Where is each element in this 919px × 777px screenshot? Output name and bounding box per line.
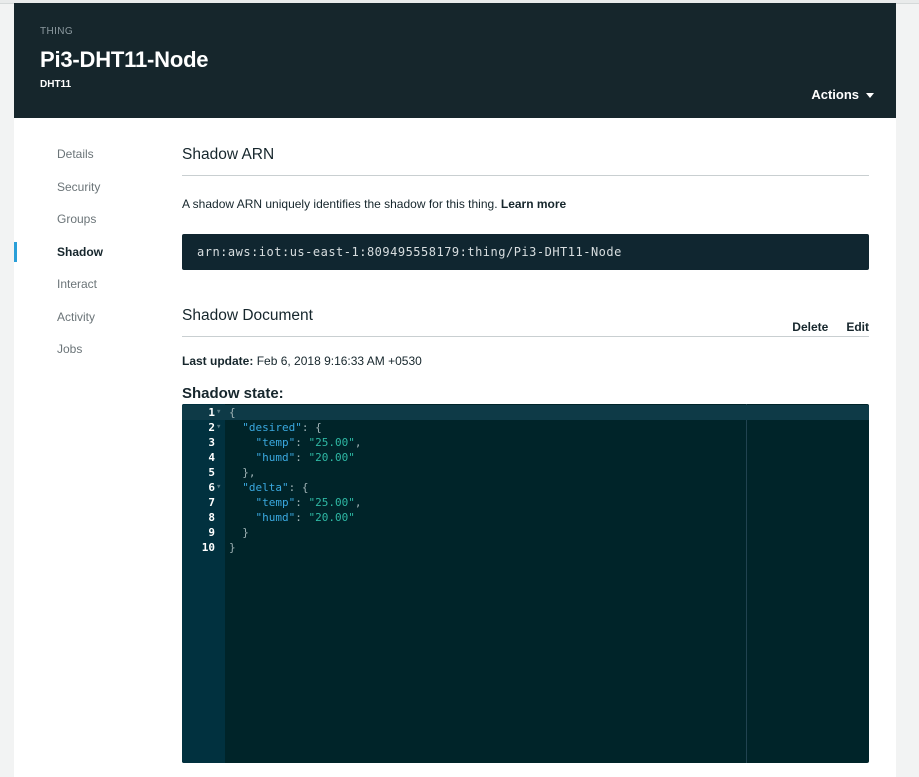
shadow-state-heading: Shadow state: bbox=[182, 385, 284, 402]
sidebar-item-interact[interactable]: Interact bbox=[14, 268, 164, 301]
fold-arrow-icon[interactable]: ▾ bbox=[216, 405, 221, 420]
code-text: } bbox=[229, 541, 236, 554]
editor-line: 9 } bbox=[182, 525, 869, 540]
shadow-document-heading: Shadow Document bbox=[182, 307, 313, 324]
code-text: "temp": "25.00", bbox=[255, 436, 362, 449]
thing-type-label: DHT11 bbox=[40, 79, 72, 90]
page-title: Pi3-DHT11-Node bbox=[40, 47, 209, 72]
shadow-arn-heading: Shadow ARN bbox=[182, 146, 275, 163]
sidebar-item-activity[interactable]: Activity bbox=[14, 301, 164, 334]
editor-line: 7 "temp": "25.00", bbox=[182, 495, 869, 510]
sidebar-item-security[interactable]: Security bbox=[14, 171, 164, 204]
edit-button[interactable]: Edit bbox=[846, 320, 869, 334]
delete-button[interactable]: Delete bbox=[792, 320, 828, 334]
line-number: 6 bbox=[208, 481, 215, 494]
line-number: 1 bbox=[208, 406, 215, 419]
section-divider bbox=[182, 175, 869, 176]
fold-arrow-icon[interactable]: ▾ bbox=[216, 480, 221, 495]
code-text: }, bbox=[229, 466, 256, 479]
arn-description-text: A shadow ARN uniquely identifies the sha… bbox=[182, 197, 498, 211]
line-number: 4 bbox=[208, 451, 215, 464]
code-text: } bbox=[229, 526, 249, 539]
editor-line: 2 ▾ "desired": { bbox=[182, 420, 869, 435]
sidebar-item-details[interactable]: Details bbox=[14, 138, 164, 171]
editor-line: 4 "humd": "20.00" bbox=[182, 450, 869, 465]
line-number: 9 bbox=[208, 526, 215, 539]
fold-arrow-icon[interactable]: ▾ bbox=[216, 420, 221, 435]
section-divider bbox=[182, 336, 869, 337]
resource-type-label: THING bbox=[40, 26, 74, 37]
sidebar-item-jobs[interactable]: Jobs bbox=[14, 333, 164, 366]
sidebar-item-shadow[interactable]: Shadow bbox=[14, 236, 164, 269]
sidebar-item-groups[interactable]: Groups bbox=[14, 203, 164, 236]
editor-line: 3 "temp": "25.00", bbox=[182, 435, 869, 450]
shadow-state-editor[interactable]: 1 ▾ { 2 ▾ "desired": { 3 "temp": "25.00"… bbox=[182, 404, 869, 763]
document-actions: Delete Edit bbox=[792, 320, 869, 334]
arn-value-box: arn:aws:iot:us-east-1:809495558179:thing… bbox=[182, 234, 869, 270]
line-number: 3 bbox=[208, 436, 215, 449]
editor-line: 10 } bbox=[182, 540, 869, 555]
last-update-label: Last update: bbox=[182, 354, 254, 368]
sidebar-nav: Details Security Groups Shadow Interact … bbox=[14, 118, 164, 366]
editor-line: 1 ▾ { bbox=[182, 405, 869, 420]
last-update-value: Feb 6, 2018 9:16:33 AM +0530 bbox=[256, 354, 422, 368]
editor-line: 6 ▾ "delta": { bbox=[182, 480, 869, 495]
code-text: { bbox=[229, 406, 236, 419]
editor-line: 8 "humd": "20.00" bbox=[182, 510, 869, 525]
code-text: "humd": "20.00" bbox=[255, 451, 355, 464]
sidebar: Details Security Groups Shadow Interact … bbox=[14, 118, 164, 366]
thing-header: THING Pi3-DHT11-Node DHT11 Actions bbox=[14, 3, 896, 118]
last-update: Last update: Feb 6, 2018 9:16:33 AM +053… bbox=[182, 354, 422, 368]
line-number: 2 bbox=[208, 421, 215, 434]
arn-description: A shadow ARN uniquely identifies the sha… bbox=[182, 197, 566, 211]
editor-line: 5 }, bbox=[182, 465, 869, 480]
code-text: "humd": "20.00" bbox=[255, 511, 355, 524]
line-number: 10 bbox=[201, 541, 215, 554]
code-text: "delta": { bbox=[242, 481, 309, 494]
thing-detail-page: THING Pi3-DHT11-Node DHT11 Actions Detai… bbox=[14, 3, 896, 777]
learn-more-link[interactable]: Learn more bbox=[501, 197, 566, 211]
code-text: "desired": { bbox=[242, 421, 322, 434]
caret-down-icon bbox=[866, 92, 874, 98]
code-text: "temp": "25.00", bbox=[255, 496, 362, 509]
actions-dropdown-button[interactable]: Actions bbox=[811, 87, 874, 102]
line-number: 7 bbox=[208, 496, 215, 509]
line-number: 5 bbox=[208, 466, 215, 479]
actions-label: Actions bbox=[811, 87, 859, 102]
line-number: 8 bbox=[208, 511, 215, 524]
